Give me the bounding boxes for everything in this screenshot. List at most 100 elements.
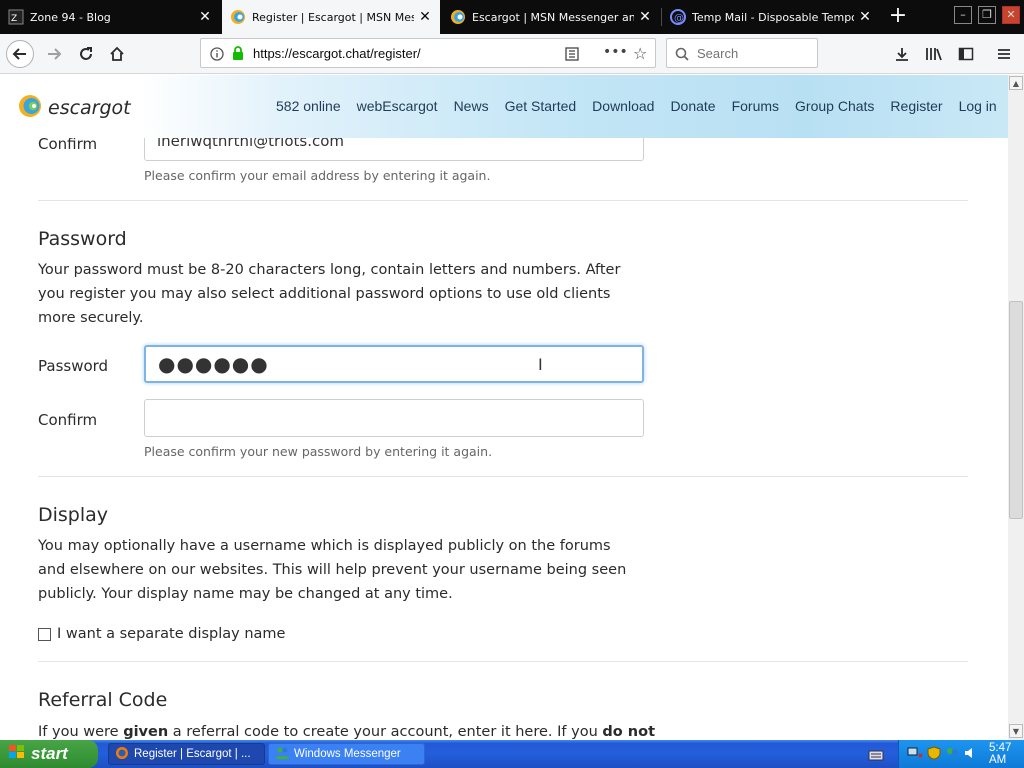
clock[interactable]: 5:47 AM — [989, 742, 1024, 766]
tab-title: Temp Mail - Disposable Temporary Email — [692, 10, 854, 24]
tab-close-icon[interactable]: ✕ — [638, 10, 652, 24]
nav-download[interactable]: Download — [592, 98, 654, 114]
new-tab-plus-icon[interactable]: + — [884, 4, 912, 30]
tab-escargot-msn[interactable]: Escargot | MSN Messenger and Windows Liv… — [442, 0, 660, 34]
password-field[interactable]: ●●●●●● I — [144, 345, 644, 383]
password-description: Your password must be 8-20 characters lo… — [38, 262, 621, 326]
password-heading: Password — [38, 228, 127, 250]
search-bar[interactable]: Search — [666, 38, 818, 68]
minimize-icon[interactable]: – — [954, 6, 972, 24]
page-viewport: escargot 582 online webEscargot News Get… — [0, 75, 1008, 740]
tab-close-icon[interactable]: ✕ — [198, 10, 212, 24]
page-scrollbar[interactable]: ▲ ▼ — [1008, 75, 1024, 740]
search-icon — [675, 46, 689, 65]
password-label: Password — [38, 357, 109, 375]
svg-text:Z: Z — [11, 14, 17, 24]
nav-news[interactable]: News — [454, 98, 489, 114]
section-divider — [38, 476, 968, 477]
url-bar[interactable]: https://escargot.chat/register/ ••• ☆ — [200, 38, 656, 68]
volume-icon[interactable] — [963, 746, 977, 763]
messenger-tray-icon[interactable] — [945, 746, 959, 763]
referral-text-bold-given: given — [123, 724, 169, 740]
url-text: https://escargot.chat/register/ — [253, 46, 421, 61]
tab-close-icon[interactable]: ✕ — [858, 10, 872, 24]
browser-navigation-bar: https://escargot.chat/register/ ••• ☆ Se… — [0, 34, 1024, 74]
security-shield-icon[interactable] — [927, 745, 941, 763]
at-sign-icon: @ — [670, 9, 686, 25]
firefox-icon — [115, 746, 129, 763]
display-name-checkbox-row[interactable]: I want a separate display name — [38, 626, 285, 642]
messenger-buddy-icon — [275, 746, 289, 763]
escargot-swirl-icon — [18, 93, 42, 123]
start-label: start — [31, 744, 68, 763]
logo-text: escargot — [48, 97, 131, 119]
back-arrow-icon[interactable] — [6, 40, 34, 68]
start-button[interactable]: start — [0, 740, 98, 768]
display-heading: Display — [38, 504, 109, 526]
escargot-logo[interactable]: escargot — [18, 93, 131, 123]
nav-forums[interactable]: Forums — [732, 98, 779, 114]
keyboard-icon[interactable] — [868, 747, 884, 766]
taskbar-item-label: Register | Escargot | ... — [134, 748, 251, 760]
nav-register[interactable]: Register — [890, 98, 942, 114]
password-confirm-field[interactable] — [144, 399, 644, 437]
display-description: You may optionally have a username which… — [38, 538, 627, 602]
window-close-icon[interactable]: ✕ — [1002, 6, 1020, 24]
tab-temp-mail[interactable]: @ Temp Mail - Disposable Temporary Email… — [662, 0, 880, 34]
zone94-favicon-icon: Z — [8, 9, 24, 25]
site-navigation: 582 online webEscargot News Get Started … — [276, 98, 1008, 114]
bookmark-star-icon[interactable]: ☆ — [633, 44, 647, 63]
referral-text-c: a referral code to create your account, … — [168, 724, 603, 740]
scroll-thumb[interactable] — [1009, 301, 1023, 519]
reload-icon[interactable] — [72, 40, 100, 68]
password-confirm-help: Please confirm your new password by ente… — [144, 444, 493, 459]
site-header: escargot 582 online webEscargot News Get… — [0, 75, 1008, 138]
email-confirm-help: Please confirm your email address by ent… — [144, 168, 491, 183]
nav-get-started[interactable]: Get Started — [505, 98, 577, 114]
sidebar-icon[interactable] — [952, 40, 980, 68]
display-name-checkbox[interactable] — [38, 627, 51, 641]
menu-hamburger-icon[interactable] — [990, 40, 1018, 68]
nav-group-chats[interactable]: Group Chats — [795, 98, 874, 114]
nav-online-count[interactable]: 582 online — [276, 98, 341, 114]
tab-register-escargot[interactable]: Register | Escargot | MSN Messenger ✕ — [222, 0, 440, 34]
network-icon[interactable] — [907, 746, 923, 763]
text-cursor-icon: I — [538, 355, 543, 374]
escargot-favicon-icon — [230, 9, 246, 25]
page-actions-icon[interactable]: ••• — [603, 44, 628, 60]
tab-close-icon[interactable]: ✕ — [418, 10, 432, 24]
home-icon[interactable] — [103, 40, 131, 68]
restore-icon[interactable]: ❐ — [978, 6, 996, 24]
taskbar-item-firefox[interactable]: Register | Escargot | ... — [108, 743, 265, 765]
windows-flag-icon — [8, 744, 26, 765]
secure-lock-icon[interactable] — [231, 45, 245, 65]
scroll-up-arrow-icon[interactable]: ▲ — [1009, 76, 1023, 90]
nav-donate[interactable]: Donate — [670, 98, 715, 114]
password-masked-value: ●●●●●● — [158, 352, 269, 376]
library-icon[interactable] — [920, 40, 948, 68]
escargot-favicon-icon — [450, 9, 466, 25]
referral-heading: Referral Code — [38, 689, 168, 711]
forward-arrow-icon[interactable] — [40, 40, 68, 68]
nav-webescargot[interactable]: webEscargot — [357, 98, 438, 114]
referral-text-bold-do-not: do not — [602, 724, 655, 740]
taskbar-item-label: Windows Messenger — [294, 748, 401, 760]
download-icon[interactable] — [888, 40, 916, 68]
password-confirm-label: Confirm — [38, 411, 98, 429]
info-icon[interactable] — [210, 46, 224, 65]
reader-view-icon[interactable] — [565, 46, 579, 65]
display-name-checkbox-label: I want a separate display name — [57, 626, 286, 642]
browser-tab-strip: Z Zone 94 - Blog ✕ Register | Escargot |… — [0, 0, 1024, 34]
section-divider — [38, 661, 968, 662]
nav-log-in[interactable]: Log in — [959, 98, 997, 114]
tab-zone94-blog[interactable]: Z Zone 94 - Blog ✕ — [0, 0, 220, 34]
taskbar-item-windows-messenger[interactable]: Windows Messenger — [268, 743, 425, 765]
referral-text-a: If you were — [38, 724, 124, 740]
system-tray: 5:47 AM — [898, 740, 1024, 768]
section-divider — [38, 200, 968, 201]
windows-taskbar: start Register | Escargot | ... Windows … — [0, 740, 1024, 768]
scroll-down-arrow-icon[interactable]: ▼ — [1009, 724, 1023, 738]
tab-title: Escargot | MSN Messenger and Windows Liv… — [472, 10, 634, 24]
search-placeholder: Search — [697, 46, 739, 61]
tab-title: Zone 94 - Blog — [30, 10, 111, 24]
